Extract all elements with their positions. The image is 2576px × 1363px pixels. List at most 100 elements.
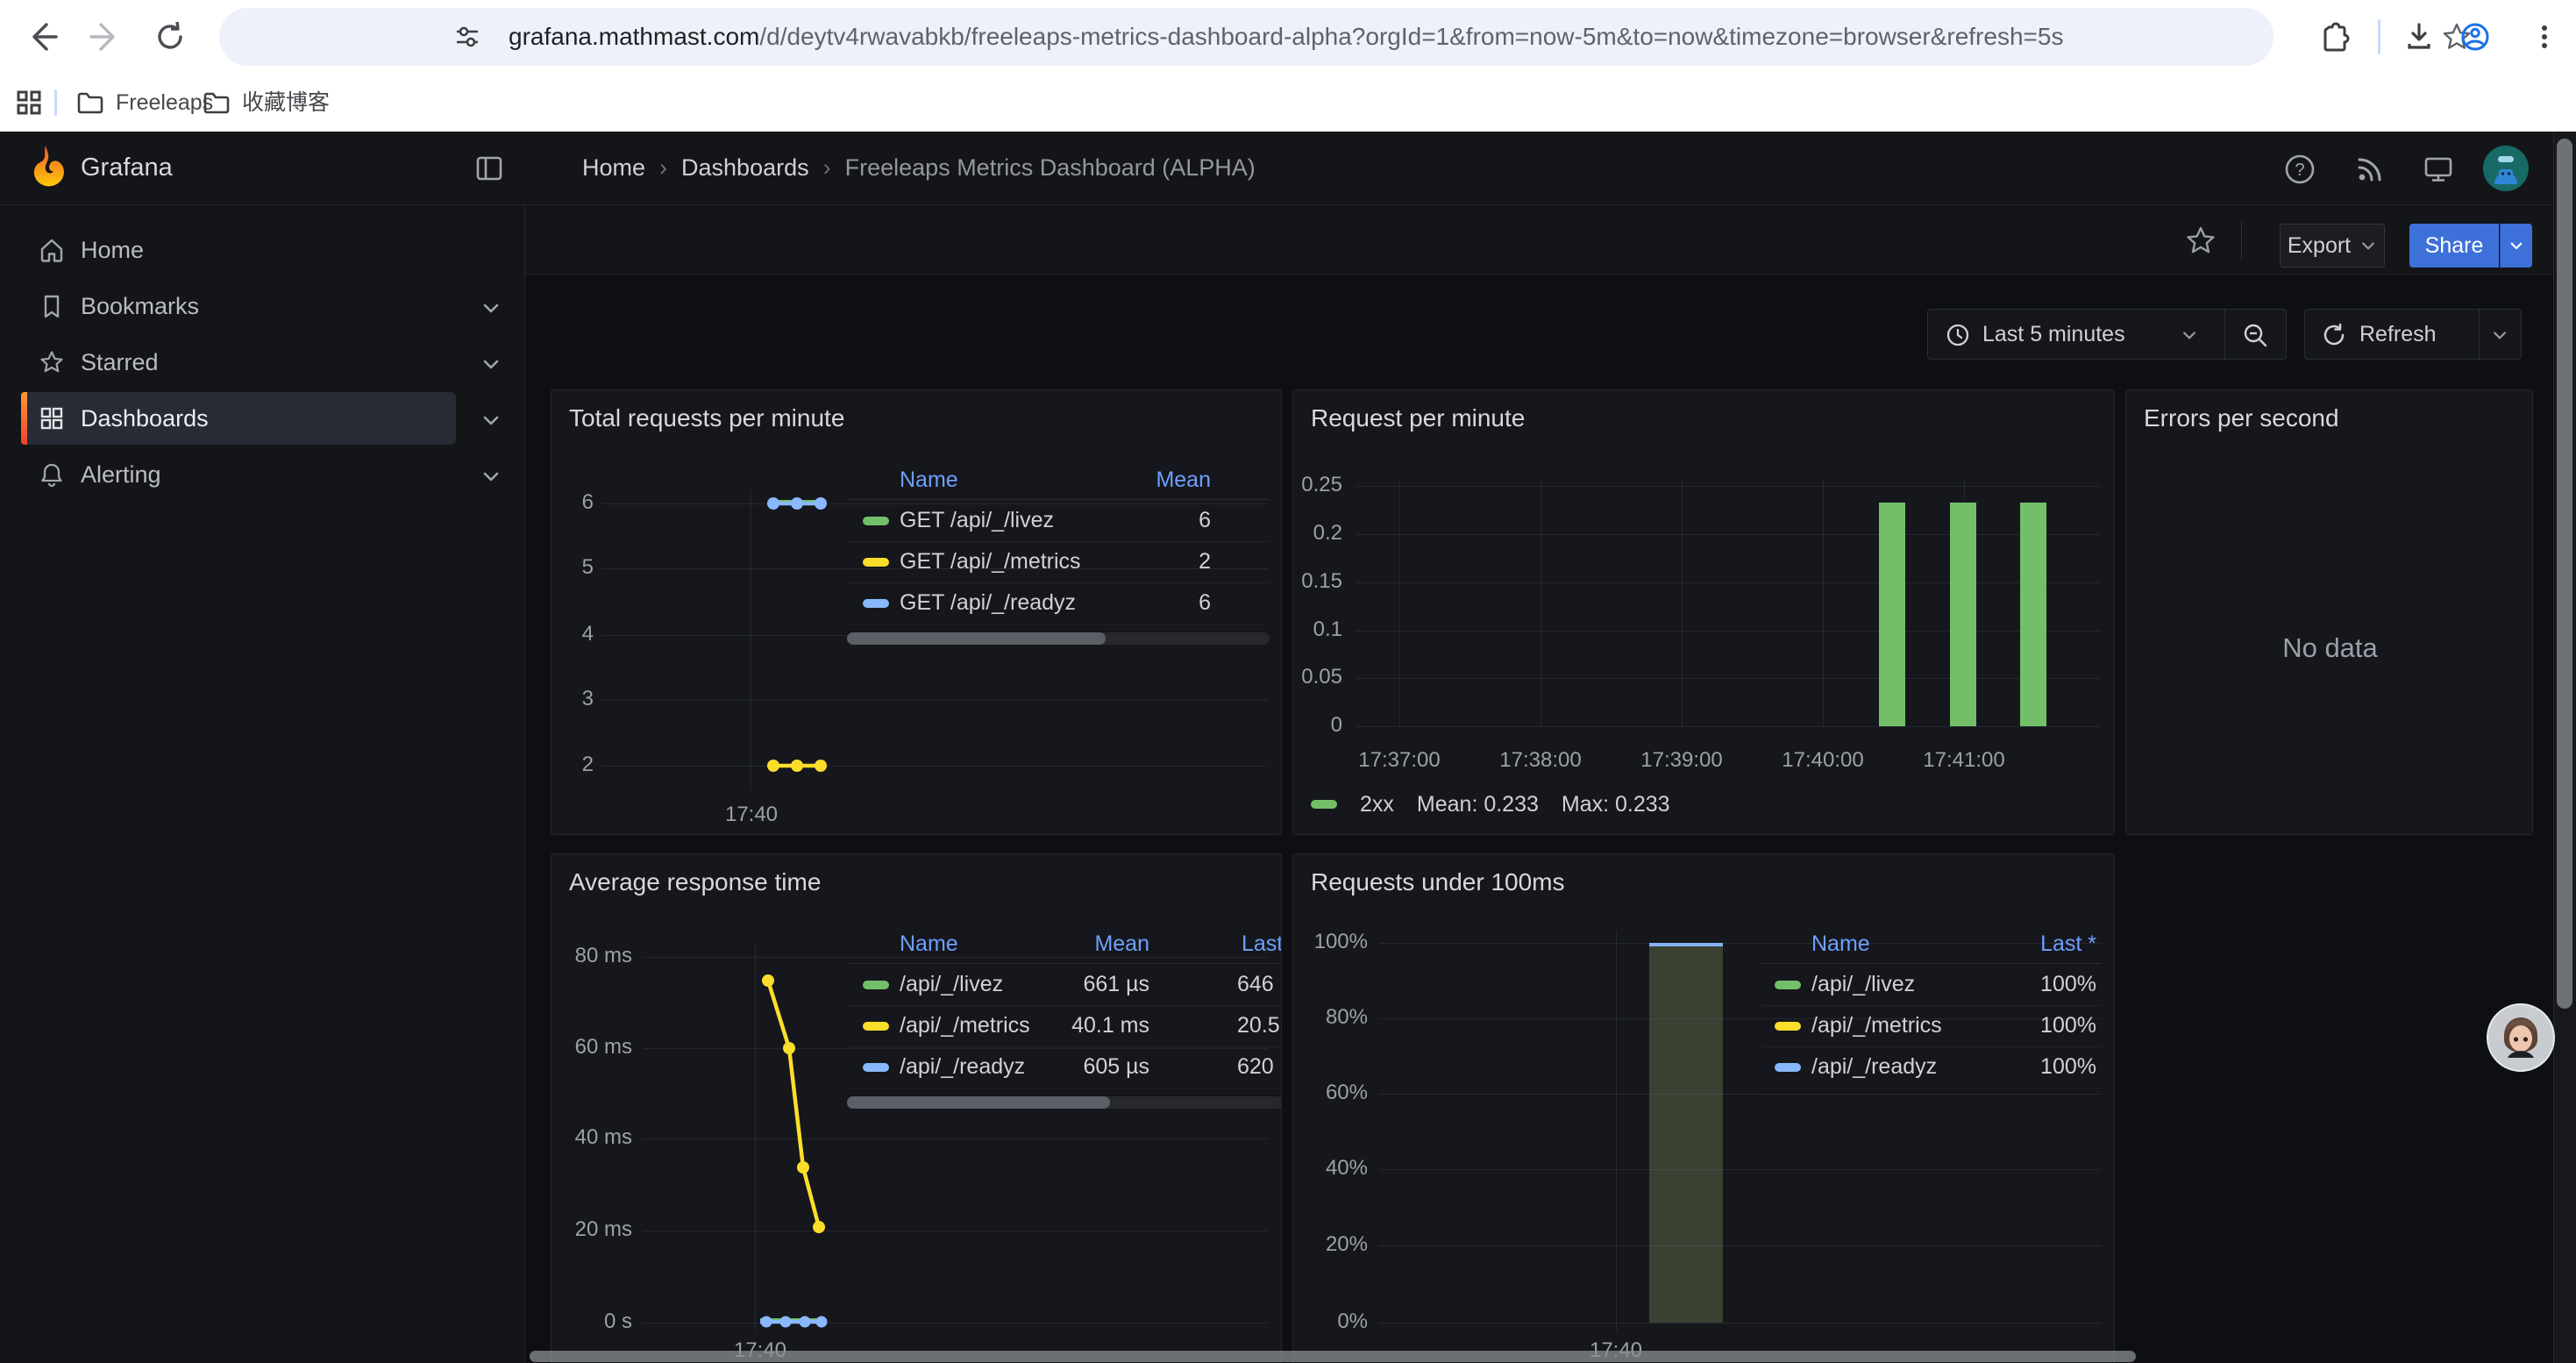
series-name: GET /api/_/livez	[900, 508, 1054, 533]
legend-col-mean[interactable]: Mean	[1123, 467, 1211, 493]
dock-menu-icon[interactable]	[473, 153, 505, 184]
folder-icon	[203, 91, 230, 114]
share-button[interactable]: Share	[2409, 224, 2499, 268]
series-swatch	[1311, 800, 1337, 809]
chevron-down-icon[interactable]	[480, 410, 502, 431]
download-icon[interactable]	[2402, 20, 2436, 54]
help-icon[interactable]: ?	[2283, 153, 2316, 186]
series-swatch	[1775, 981, 1801, 989]
legend-scrollbar[interactable]	[847, 632, 1270, 645]
y-tick: 0.15	[1293, 569, 1342, 594]
grafana-brand[interactable]: Grafana	[81, 132, 173, 204]
profile-icon[interactable]	[2459, 20, 2492, 54]
legend-col-name[interactable]: Name	[1811, 931, 1870, 957]
svg-text:?: ?	[2295, 161, 2304, 180]
monitor-icon[interactable]	[2422, 153, 2455, 186]
series-swatch	[863, 558, 889, 567]
series-name: 2xx	[1360, 792, 1394, 817]
panel-average-response-time[interactable]: Average response time 80 ms 60 ms 40 ms …	[551, 853, 1282, 1363]
bookmark-label: 收藏博客	[242, 74, 330, 132]
series-last: 100%	[2009, 1013, 2096, 1038]
time-range-picker[interactable]: Last 5 minutes	[1927, 309, 2287, 360]
legend-col-name[interactable]: Name	[900, 467, 958, 493]
y-tick: 0.1	[1293, 617, 1342, 642]
series-swatch	[863, 517, 889, 525]
legend-row[interactable]: /api/_/readyz 605 µs 620	[847, 1046, 1282, 1088]
toolbar-divider	[2241, 221, 2242, 260]
screen: grafana.mathmast.com/d/deytv4rwavabkb/fr…	[0, 0, 2576, 1363]
favorite-star-icon[interactable]	[2185, 225, 2217, 256]
legend-row[interactable]: GET /api/_/livez 6	[847, 500, 1270, 542]
chevron-down-icon[interactable]	[480, 297, 502, 318]
legend-scrollbar[interactable]	[847, 1096, 1282, 1109]
panel-request-per-minute[interactable]: Request per minute 0.25 0.2 0.15 0.1 0.0…	[1292, 389, 2115, 835]
sidebar-item-starred[interactable]: Starred	[0, 336, 525, 389]
panel-requests-under-100ms[interactable]: Requests under 100ms 100% 80% 60% 40% 20…	[1292, 853, 2115, 1363]
apps-grid-icon[interactable]	[16, 89, 42, 116]
news-rss-icon[interactable]	[2353, 153, 2387, 186]
user-avatar[interactable]	[2483, 146, 2529, 191]
forward-icon[interactable]	[86, 18, 125, 56]
series-mean: 605 µs	[1062, 1054, 1149, 1080]
legend-col-name[interactable]: Name	[900, 931, 958, 957]
y-tick: 100%	[1293, 930, 1368, 954]
share-menu-button[interactable]	[2500, 224, 2532, 268]
sidebar-item-label: Home	[81, 224, 144, 276]
chevron-down-icon[interactable]	[480, 466, 502, 487]
horizontal-scrollbar-thumb[interactable]	[530, 1351, 2136, 1362]
bookmarks-bar: Freeleaps 收藏博客	[0, 74, 2576, 132]
page-scrollbar-thumb[interactable]	[2557, 139, 2572, 1009]
x-tick: 17:37:00	[1338, 748, 1461, 773]
gridline	[1356, 678, 2101, 679]
y-tick: 40%	[1293, 1156, 1368, 1181]
url-text[interactable]: grafana.mathmast.com/d/deytv4rwavabkb/fr…	[509, 8, 2063, 66]
sidebar-item-bookmarks[interactable]: Bookmarks	[0, 280, 525, 332]
x-tick: 17:38:00	[1479, 748, 1602, 773]
toolbar-divider	[2378, 19, 2380, 54]
gridline	[1356, 726, 2101, 727]
series-swatch	[863, 599, 889, 608]
site-settings-icon[interactable]	[454, 24, 480, 50]
sidebar-item-alerting[interactable]: Alerting	[0, 448, 525, 501]
folder-icon	[77, 91, 103, 114]
legend-col-last[interactable]: Last *	[2009, 931, 2096, 957]
series-mean: 661 µs	[1062, 972, 1149, 997]
panel-total-requests[interactable]: Total requests per minute 6 5 4 3 2 17:4…	[551, 389, 1282, 835]
legend-row[interactable]: /api/_/livez 100%	[1761, 964, 2102, 1006]
legend-row[interactable]: /api/_/metrics 40.1 ms 20.5 ms	[847, 1005, 1282, 1047]
back-icon[interactable]	[23, 18, 61, 56]
legend-row[interactable]: GET /api/_/readyz 6	[847, 582, 1270, 624]
legend-row[interactable]: GET /api/_/metrics 2	[847, 541, 1270, 583]
series-name: /api/_/metrics	[900, 1013, 1030, 1038]
star-icon	[39, 349, 65, 375]
sidebar-item-dashboards[interactable]: Dashboards	[0, 392, 525, 445]
no-data-message: No data	[2126, 632, 2533, 664]
legend-col-mean[interactable]: Mean	[1062, 931, 1149, 957]
grafana-logo[interactable]	[23, 144, 70, 191]
reload-icon[interactable]	[151, 18, 189, 56]
url-bar[interactable]: grafana.mathmast.com/d/deytv4rwavabkb/fr…	[219, 8, 2274, 66]
legend-col-last[interactable]: Last	[1242, 931, 1282, 957]
breadcrumb-home[interactable]: Home	[582, 154, 645, 182]
sidebar-item-home[interactable]: Home	[0, 224, 525, 276]
breadcrumb-separator: ›	[645, 154, 681, 182]
assistant-avatar-button[interactable]	[2487, 1003, 2555, 1072]
legend-inline[interactable]: 2xx Mean: 0.233 Max: 0.233	[1311, 789, 1670, 819]
line-chart	[551, 854, 1282, 1363]
legend-row[interactable]: /api/_/livez 661 µs 646	[847, 964, 1282, 1006]
chevron-down-icon[interactable]	[480, 353, 502, 375]
browser-menu-icon[interactable]	[2529, 21, 2560, 53]
breadcrumb-dashboards[interactable]: Dashboards	[681, 154, 809, 182]
zoom-out-icon[interactable]	[2242, 322, 2268, 348]
panel-errors-per-second[interactable]: Errors per second No data	[2125, 389, 2533, 835]
legend-row[interactable]: /api/_/metrics 100%	[1761, 1005, 2102, 1047]
gridline	[1616, 931, 1617, 1332]
refresh-button[interactable]: Refresh	[2304, 309, 2522, 360]
bookmark-label: Freeleaps	[116, 74, 213, 132]
export-button[interactable]: Export	[2280, 224, 2385, 268]
legend-row[interactable]: /api/_/readyz 100%	[1761, 1046, 2102, 1088]
extensions-icon[interactable]	[2316, 20, 2350, 54]
bookmark-folder-blogs[interactable]: 收藏博客	[203, 74, 330, 132]
bookmark-folder-freeleaps[interactable]: Freeleaps	[77, 74, 213, 132]
chevron-down-icon[interactable]	[2491, 326, 2508, 344]
